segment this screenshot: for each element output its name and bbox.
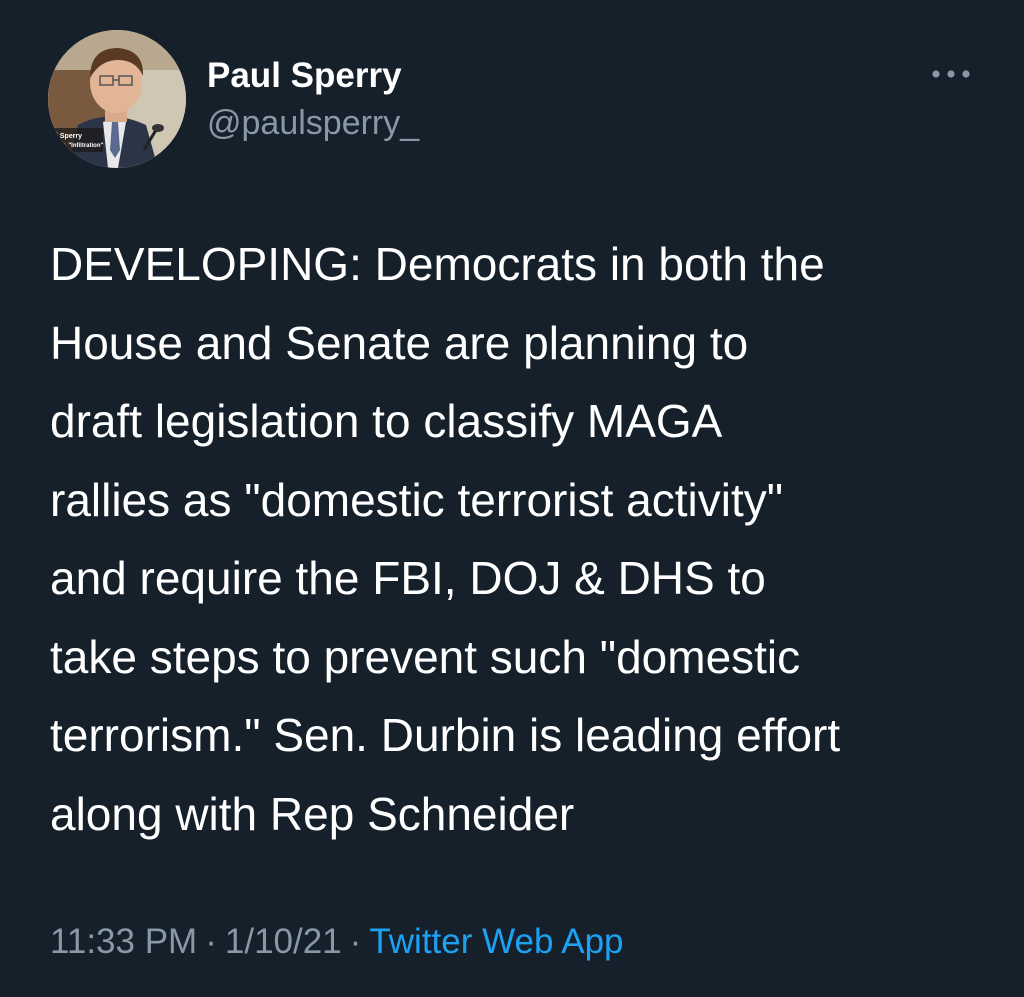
tweet-date[interactable]: 1/10/21 (225, 922, 342, 961)
more-options-button[interactable] (928, 58, 974, 90)
more-horizontal-icon (932, 70, 970, 78)
tweet-text: DEVELOPING: Democrats in both the House … (50, 238, 841, 840)
avatar-caption-line2: her, "Infiltration" (56, 143, 104, 149)
author-name[interactable]: Paul Sperry (207, 56, 402, 96)
meta-separator: · (205, 922, 217, 961)
avatar[interactable]: l Sperry her, "Infiltration" (48, 30, 186, 168)
tweet-time[interactable]: 11:33 PM (50, 922, 197, 961)
avatar-photo: l Sperry her, "Infiltration" (48, 30, 186, 168)
tweet-card: l Sperry her, "Infiltration" Paul Sperry… (0, 0, 1024, 997)
meta-separator: · (349, 922, 362, 961)
avatar-caption-line1: l Sperry (56, 133, 82, 140)
author-handle[interactable]: @paulsperry_ (207, 104, 419, 143)
tweet-meta: 11:33 PM · 1/10/21 · Twitter Web App (50, 922, 624, 962)
tweet-source-link[interactable]: Twitter Web App (369, 922, 623, 961)
